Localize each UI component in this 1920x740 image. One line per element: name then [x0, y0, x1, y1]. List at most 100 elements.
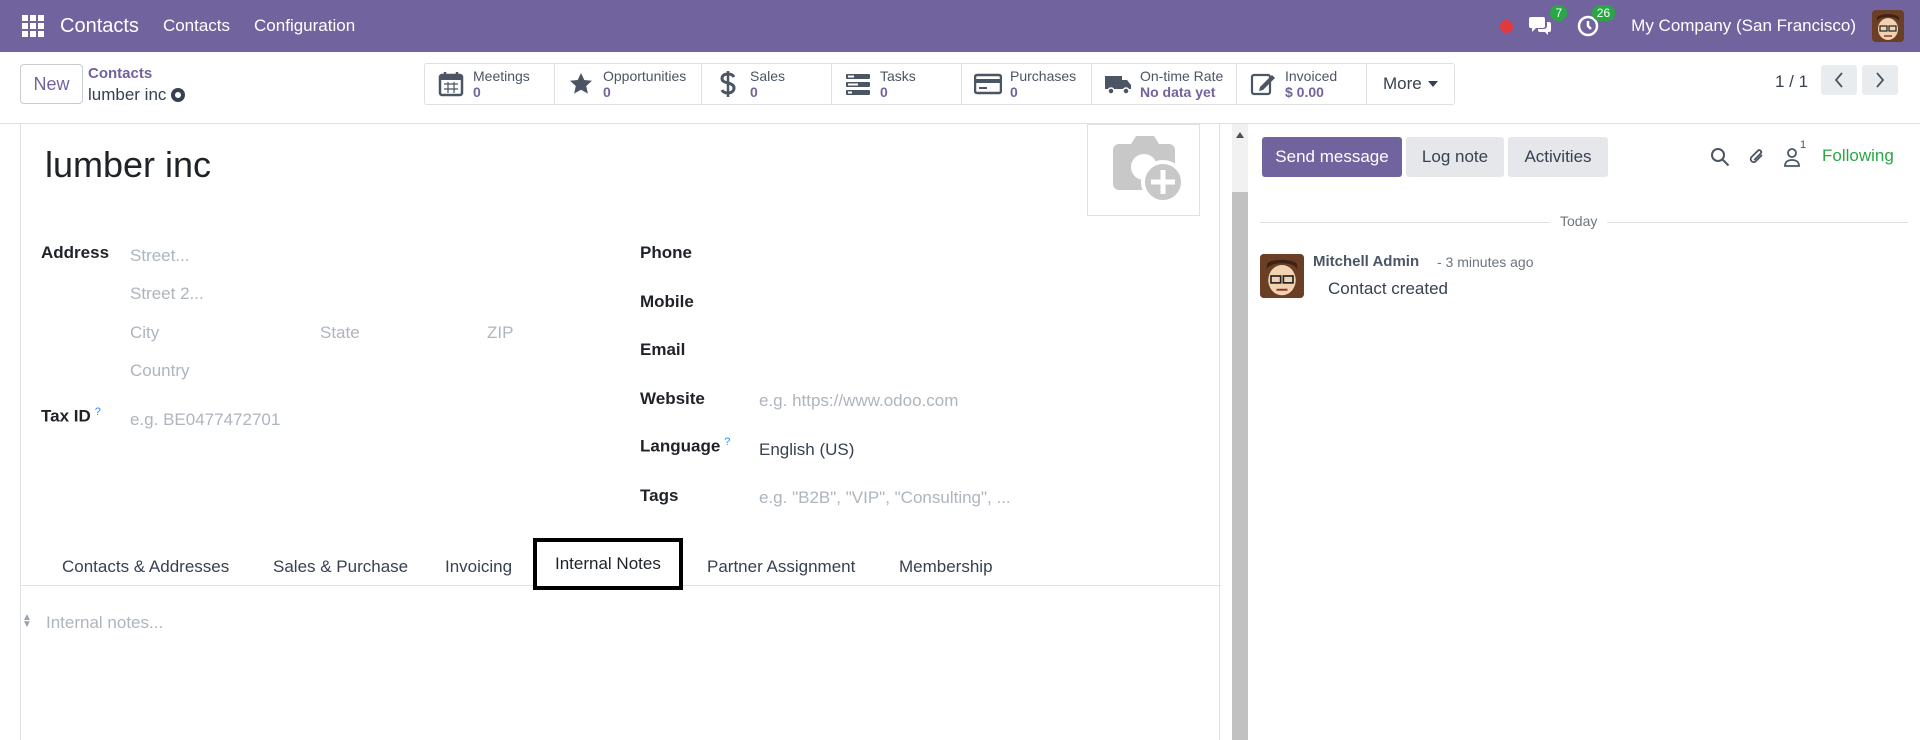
invoiced-value: $ 0.00	[1285, 84, 1324, 100]
pager-previous-button[interactable]	[1821, 65, 1857, 95]
notebook-tabs: Contacts & Addresses Sales & Purchase In…	[21, 538, 1221, 590]
activities-menu[interactable]: 26	[1573, 5, 1616, 41]
top-navbar: Contacts Contacts Configuration 7 26 My …	[0, 0, 1920, 52]
followers-count: 1	[1800, 139, 1807, 151]
activities-button[interactable]: Activities	[1508, 137, 1608, 177]
tax-id-input[interactable]: e.g. BE0477472701	[130, 410, 280, 430]
activities-count-badge: 26	[1591, 5, 1616, 21]
breadcrumb-current: lumber inc	[88, 85, 186, 105]
tab-partner-assignment[interactable]: Partner Assignment	[707, 544, 855, 590]
opportunities-button[interactable]: Opportunities 0	[555, 64, 702, 104]
internal-notes-input[interactable]: Internal notes...	[46, 613, 163, 633]
message-author-avatar[interactable]	[1260, 254, 1304, 298]
gear-icon[interactable]	[171, 88, 186, 102]
chevron-right-icon	[1876, 72, 1885, 88]
sales-label: Sales	[750, 68, 786, 84]
city-input[interactable]: City	[130, 323, 159, 343]
message-author[interactable]: Mitchell Admin	[1313, 253, 1419, 270]
message-body: Contact created	[1328, 279, 1449, 298]
tags-input[interactable]: e.g. "B2B", "VIP", "Consulting", ...	[759, 488, 1011, 508]
address-label: Address	[41, 243, 110, 262]
invoiced-button[interactable]: Invoiced $ 0.00	[1237, 64, 1367, 104]
app-brand[interactable]: Contacts	[60, 15, 139, 38]
search-icon[interactable]	[1708, 145, 1732, 169]
tax-id-help-icon[interactable]: ?	[95, 406, 101, 418]
purchases-button[interactable]: Purchases 0	[962, 64, 1092, 104]
chevron-left-icon	[1834, 72, 1843, 88]
truck-icon	[1104, 70, 1132, 98]
sales-button[interactable]: Sales 0	[702, 64, 832, 104]
user-face-icon	[1872, 10, 1904, 42]
website-label: Website	[640, 389, 705, 408]
phone-input[interactable]	[759, 240, 1199, 268]
tasks-button[interactable]: Tasks 0	[832, 64, 962, 104]
tax-id-label: Tax ID?	[41, 406, 101, 427]
phone-label: Phone	[640, 243, 692, 262]
menu-configuration[interactable]: Configuration	[254, 16, 355, 36]
drag-handle-icon[interactable]: ▲ ▼	[22, 613, 32, 630]
breadcrumb-parent[interactable]: Contacts	[88, 65, 152, 82]
state-input[interactable]: State	[320, 323, 360, 343]
pager-value[interactable]: 1 / 1	[1775, 72, 1808, 92]
caret-down-icon	[1427, 81, 1438, 87]
form-sheet: lumber inc Address Street... Street 2...…	[20, 124, 1221, 740]
company-switcher[interactable]: My Company (San Francisco)	[1631, 16, 1856, 36]
dollar-icon	[714, 70, 742, 98]
language-help-icon[interactable]: ?	[724, 436, 730, 448]
following-toggle[interactable]: Following	[1822, 146, 1894, 166]
mobile-label: Mobile	[640, 292, 694, 311]
sales-value: 0	[750, 84, 758, 100]
meetings-label: Meetings	[473, 68, 530, 84]
street2-input[interactable]: Street 2...	[130, 284, 204, 304]
tasks-value: 0	[880, 84, 888, 100]
street-input[interactable]: Street...	[130, 246, 190, 266]
tasks-label: Tasks	[880, 68, 916, 84]
followers-button[interactable]: 1	[1780, 139, 1806, 169]
smart-buttons: Meetings 0 Opportunities 0 Sales 0 Tasks…	[424, 63, 1455, 105]
messages-count-badge: 7	[1550, 5, 1568, 21]
user-icon	[1784, 148, 1800, 167]
calendar-icon	[437, 70, 465, 98]
camera-plus-icon	[1112, 136, 1185, 204]
language-select[interactable]: English (US)	[759, 440, 854, 460]
meetings-button[interactable]: Meetings 0	[425, 64, 555, 104]
send-message-button[interactable]: Send message	[1262, 137, 1402, 177]
zip-input[interactable]: ZIP	[487, 323, 513, 343]
scroll-up-icon[interactable]	[1236, 132, 1244, 138]
tab-invoicing[interactable]: Invoicing	[445, 544, 512, 590]
email-input[interactable]	[759, 337, 1199, 365]
tasks-icon	[844, 70, 872, 98]
photo-upload[interactable]	[1087, 124, 1200, 216]
paperclip-icon[interactable]	[1745, 145, 1769, 169]
log-note-button[interactable]: Log note	[1406, 137, 1504, 177]
tab-contacts-addresses[interactable]: Contacts & Addresses	[62, 544, 229, 590]
chatter-panel: Send message Log note Activities 1 Follo…	[1248, 124, 1920, 740]
user-avatar[interactable]	[1872, 10, 1904, 42]
tab-sales-purchase[interactable]: Sales & Purchase	[273, 544, 408, 590]
form-scrollbar-thumb[interactable]	[1232, 192, 1248, 740]
apps-menu-icon[interactable]	[22, 15, 44, 37]
recording-indicator-icon	[1500, 19, 1514, 33]
edit-icon	[1249, 70, 1277, 98]
mobile-input[interactable]	[759, 289, 1199, 317]
menu-contacts[interactable]: Contacts	[163, 16, 230, 36]
invoiced-label: Invoiced	[1285, 68, 1338, 84]
opportunities-value: 0	[603, 84, 611, 100]
country-input[interactable]: Country	[130, 361, 190, 381]
on-time-rate-button[interactable]: On-time Rate No data yet	[1092, 64, 1237, 104]
website-input[interactable]: e.g. https://www.odoo.com	[759, 391, 958, 411]
meetings-value: 0	[473, 84, 481, 100]
messaging-menu[interactable]: 7	[1525, 5, 1568, 41]
new-button[interactable]: New	[20, 64, 83, 104]
tab-membership[interactable]: Membership	[899, 544, 993, 590]
chat-bubbles-icon	[1529, 17, 1552, 35]
pager-next-button[interactable]	[1862, 65, 1898, 95]
more-button[interactable]: More	[1367, 64, 1454, 104]
opportunities-label: Opportunities	[603, 68, 687, 84]
on-time-rate-value: No data yet	[1140, 84, 1216, 100]
control-panel: New Contacts lumber inc Meetings 0 Oppor…	[0, 52, 1920, 124]
purchases-value: 0	[1010, 84, 1018, 100]
tab-internal-notes[interactable]: Internal Notes	[533, 538, 683, 590]
contact-name-field[interactable]: lumber inc	[45, 144, 211, 186]
purchases-label: Purchases	[1010, 68, 1077, 84]
